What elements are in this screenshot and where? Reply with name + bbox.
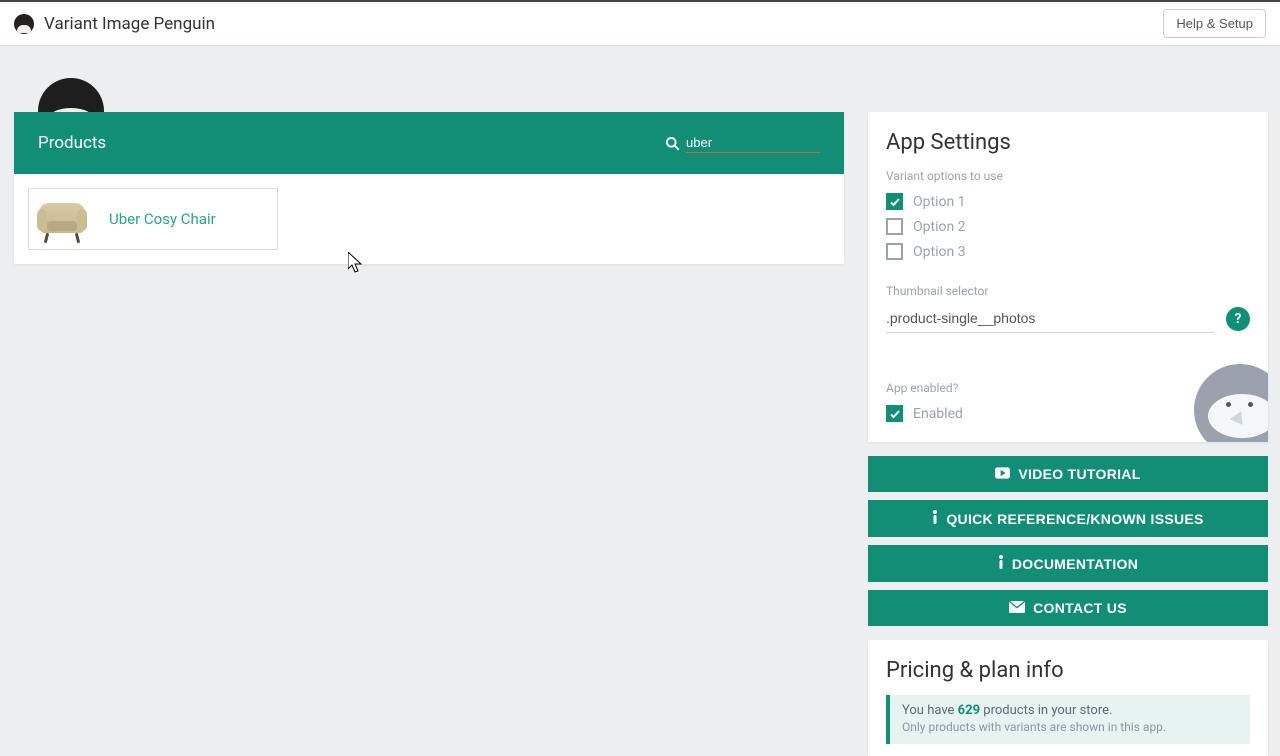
- app-logo-icon: [14, 14, 34, 34]
- top-bar-left: Variant Image Penguin: [14, 14, 215, 34]
- search-icon: [665, 136, 680, 151]
- option-1-checkbox[interactable]: [886, 193, 903, 210]
- products-list: Uber Cosy Chair: [14, 174, 844, 264]
- app-settings-title: App Settings: [886, 130, 1250, 155]
- info-icon: [998, 555, 1004, 572]
- penguin-peek-icon: [1194, 364, 1268, 442]
- video-tutorial-button[interactable]: VIDEO TUTORIAL: [868, 456, 1268, 492]
- variant-options-label: Variant options to use: [886, 169, 1250, 183]
- app-title: Variant Image Penguin: [44, 14, 215, 34]
- action-buttons: VIDEO TUTORIAL QUICK REFERENCE/KNOWN ISS…: [868, 456, 1268, 626]
- variant-options-group: Option 1 Option 2 Option 3: [886, 189, 1250, 264]
- video-tutorial-label: VIDEO TUTORIAL: [1018, 466, 1140, 482]
- help-setup-button[interactable]: Help & Setup: [1163, 9, 1266, 38]
- pricing-panel: Pricing & plan info You have 629 product…: [868, 640, 1268, 756]
- pricing-line-1: You have 629 products in your store.: [902, 703, 1238, 718]
- quick-reference-button[interactable]: QUICK REFERENCE/KNOWN ISSUES: [868, 500, 1268, 537]
- app-enabled-text: Enabled: [913, 406, 963, 422]
- contact-us-label: CONTACT US: [1033, 600, 1127, 616]
- app-settings-panel: App Settings Variant options to use Opti…: [868, 112, 1268, 442]
- app-enabled-checkbox[interactable]: [886, 405, 903, 422]
- products-title: Products: [38, 133, 106, 153]
- option-3-label: Option 3: [913, 244, 966, 260]
- thumbnail-selector-label: Thumbnail selector: [886, 284, 1250, 298]
- option-1-row[interactable]: Option 1: [886, 189, 1250, 214]
- thumbnail-help-icon[interactable]: ?: [1226, 307, 1250, 331]
- contact-us-button[interactable]: CONTACT US: [868, 590, 1268, 626]
- product-thumbnail: [35, 195, 89, 243]
- top-bar: Variant Image Penguin Help & Setup: [0, 2, 1280, 46]
- products-search: [665, 133, 820, 153]
- pricing-product-count: 629: [958, 703, 980, 718]
- pricing-line-2: Only products with variants are shown in…: [902, 720, 1238, 734]
- mail-icon: [1009, 600, 1025, 616]
- play-icon: [995, 466, 1010, 482]
- product-card[interactable]: Uber Cosy Chair: [28, 188, 278, 250]
- products-header: Products: [14, 112, 844, 174]
- option-2-row[interactable]: Option 2: [886, 214, 1250, 239]
- option-3-row[interactable]: Option 3: [886, 239, 1250, 264]
- info-icon: [932, 510, 938, 527]
- product-name: Uber Cosy Chair: [109, 210, 216, 228]
- left-column: Products: [14, 46, 844, 264]
- right-column: App Settings Variant options to use Opti…: [868, 46, 1268, 756]
- documentation-label: DOCUMENTATION: [1012, 556, 1138, 572]
- option-1-label: Option 1: [913, 194, 966, 210]
- quick-reference-label: QUICK REFERENCE/KNOWN ISSUES: [946, 511, 1203, 527]
- option-3-checkbox[interactable]: [886, 243, 903, 260]
- products-panel: Products: [14, 112, 844, 264]
- thumbnail-selector-input[interactable]: [886, 304, 1214, 333]
- option-2-checkbox[interactable]: [886, 218, 903, 235]
- documentation-button[interactable]: DOCUMENTATION: [868, 545, 1268, 582]
- option-2-label: Option 2: [913, 219, 966, 235]
- pricing-title: Pricing & plan info: [886, 658, 1250, 683]
- products-search-input[interactable]: [686, 133, 820, 153]
